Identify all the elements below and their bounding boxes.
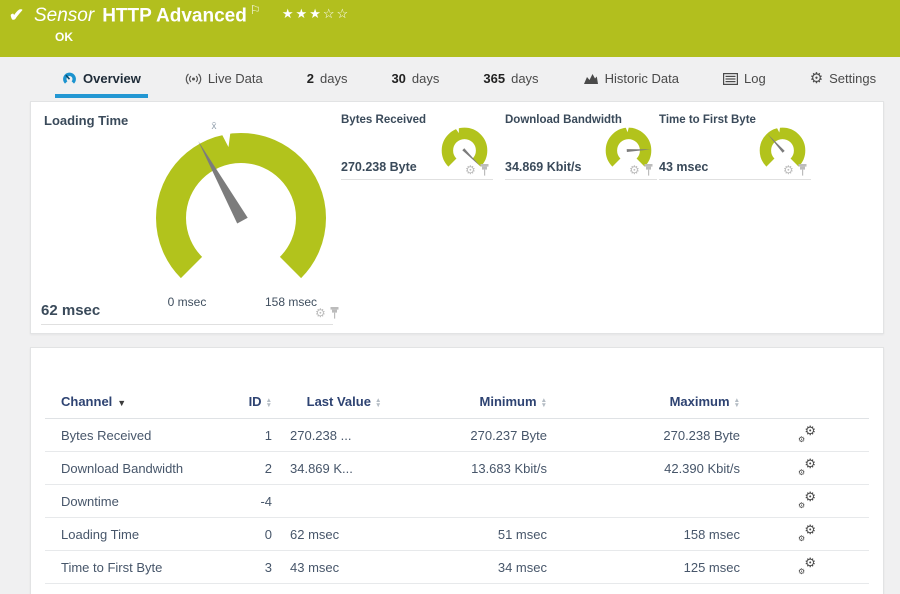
tab-overview[interactable]: Overview xyxy=(55,63,148,98)
column-header-minimum[interactable]: Minimum ▲ ▼ xyxy=(450,394,552,419)
channel-minimum: 270.237 Byte xyxy=(450,418,552,452)
table-row[interactable]: Downtime -4 ⚙ ⚙ xyxy=(45,484,869,518)
table-row[interactable]: Time to First Byte 3 43 msec 34 msec 125… xyxy=(45,550,869,584)
channel-minimum: 34 msec xyxy=(450,550,552,584)
channel-settings-icon[interactable]: ⚙ ⚙ xyxy=(798,489,816,510)
channel-minimum: 51 msec xyxy=(450,517,552,551)
primary-gauge-value: 62 msec xyxy=(41,302,101,319)
widget-bytes-received[interactable]: Bytes Received 270.238 Byte ⚙ xyxy=(341,114,493,180)
gauge-icon xyxy=(63,72,76,84)
tab-2-days[interactable]: 2 days xyxy=(300,63,355,98)
channel-settings-icon[interactable]: ⚙ ⚙ xyxy=(798,522,816,543)
settings-gear-icon: ⚙ xyxy=(809,70,824,87)
column-header-maximum[interactable]: Maximum ▲ ▼ xyxy=(552,394,745,419)
channel-name[interactable]: Bytes Received xyxy=(45,418,230,452)
sort-desc-icon: ▼ xyxy=(117,398,127,408)
column-header-actions xyxy=(745,394,869,419)
sensor-status-header: ✔ Sensor HTTP Advanced ⚐ ★★★☆☆ OK xyxy=(0,0,900,57)
channel-settings-icon[interactable]: ⚙ ⚙ xyxy=(798,423,816,444)
pin-icon[interactable] xyxy=(330,307,339,319)
table-row[interactable]: Loading Time 0 62 msec 51 msec 158 msec … xyxy=(45,517,869,551)
loading-time-gauge[interactable] xyxy=(141,118,341,318)
widget-value: 34.869 Kbit/s xyxy=(505,160,582,174)
status-badge: OK xyxy=(55,30,73,44)
channel-minimum: 13.683 Kbit/s xyxy=(450,451,552,485)
channel-maximum xyxy=(552,484,745,518)
channel-id: 0 xyxy=(230,517,272,551)
tab-30-days[interactable]: 30 days xyxy=(384,63,446,98)
column-header-last-value[interactable]: Last Value ▲ ▼ xyxy=(272,394,450,419)
channels-panel: Channel ▼ ID ▲ ▼ Last Value ▲ ▼ Minimum ▲ ▼ Max… xyxy=(30,347,884,594)
channel-last-value: 43 msec xyxy=(272,550,450,584)
tab-live-data[interactable]: Live Data xyxy=(178,63,270,98)
channel-last-value: 62 msec xyxy=(272,517,450,551)
widget-time-to-first-byte[interactable]: Time to First Byte 43 msec ⚙ xyxy=(659,114,811,180)
tab-settings[interactable]: ⚙ Settings xyxy=(803,63,883,98)
channel-last-value: 34.869 K... xyxy=(272,451,450,485)
channel-last-value xyxy=(272,484,450,518)
channel-name[interactable]: Download Bandwidth xyxy=(45,451,230,485)
broadcast-icon xyxy=(185,73,202,84)
tab-365-days[interactable]: 365 days xyxy=(476,63,545,98)
widget-settings-icon[interactable]: ⚙ xyxy=(629,164,640,176)
table-row[interactable]: Download Bandwidth 2 34.869 K... 13.683 … xyxy=(45,451,869,485)
sort-icon: ▲ ▼ xyxy=(265,396,272,409)
pin-icon[interactable] xyxy=(480,164,489,176)
column-header-id[interactable]: ID ▲ ▼ xyxy=(230,394,272,419)
average-marker-label: x̄ xyxy=(211,121,217,132)
tab-log[interactable]: Log xyxy=(716,63,773,98)
widget-value: 43 msec xyxy=(659,160,709,174)
status-check-icon: ✔ xyxy=(9,5,25,25)
pin-icon[interactable] xyxy=(644,164,653,176)
channel-maximum: 270.238 Byte xyxy=(552,418,745,452)
channel-maximum: 42.390 Kbit/s xyxy=(552,451,745,485)
priority-flag-icon[interactable]: ⚐ xyxy=(250,3,261,17)
primary-gauge-title: Loading Time xyxy=(44,113,129,128)
sensor-title: HTTP Advanced xyxy=(102,5,247,27)
widget-settings-icon[interactable]: ⚙ xyxy=(315,307,326,319)
gauge-max-label: 158 msec xyxy=(264,295,318,309)
tab-bar: Overview Live Data 2 days 30 days 365 da… xyxy=(0,63,900,98)
sort-icon: ▲ ▼ xyxy=(540,396,547,409)
column-header-channel[interactable]: Channel ▼ xyxy=(45,394,230,419)
historic-chart-icon xyxy=(583,74,598,84)
channel-maximum: 125 msec xyxy=(552,550,745,584)
channel-last-value: 270.238 ... xyxy=(272,418,450,452)
widget-value: 270.238 Byte xyxy=(341,160,417,174)
channel-name[interactable]: Time to First Byte xyxy=(45,550,230,584)
sort-icon: ▲ ▼ xyxy=(374,396,382,409)
channel-maximum: 158 msec xyxy=(552,517,745,551)
channel-id: -4 xyxy=(230,484,272,518)
channel-id: 3 xyxy=(230,550,272,584)
channel-minimum xyxy=(450,484,552,518)
channel-table: Channel ▼ ID ▲ ▼ Last Value ▲ ▼ Minimum ▲ ▼ Max… xyxy=(45,394,869,584)
priority-stars[interactable]: ★★★☆☆ xyxy=(282,6,350,21)
channel-settings-icon[interactable]: ⚙ ⚙ xyxy=(798,555,816,576)
widget-settings-icon[interactable]: ⚙ xyxy=(783,164,794,176)
gauge-min-label: 0 msec xyxy=(167,295,207,309)
widget-divider xyxy=(41,324,333,325)
widget-settings-icon[interactable]: ⚙ xyxy=(465,164,476,176)
pin-icon[interactable] xyxy=(798,164,807,176)
table-row[interactable]: Bytes Received 1 270.238 ... 270.237 Byt… xyxy=(45,418,869,452)
gauges-panel: Loading Time x̄ 0 msec 158 msec 62 msec … xyxy=(30,101,884,334)
tab-historic-data[interactable]: Historic Data xyxy=(576,63,686,98)
object-type-label: Sensor xyxy=(34,5,95,27)
channel-name[interactable]: Downtime xyxy=(45,484,230,518)
widget-download-bandwidth[interactable]: Download Bandwidth 34.869 Kbit/s ⚙ xyxy=(505,114,657,180)
channel-id: 1 xyxy=(230,418,272,452)
channel-settings-icon[interactable]: ⚙ ⚙ xyxy=(798,456,816,477)
channel-id: 2 xyxy=(230,451,272,485)
log-icon xyxy=(722,72,738,85)
channel-name[interactable]: Loading Time xyxy=(45,517,230,551)
sort-icon: ▲ ▼ xyxy=(733,396,740,409)
